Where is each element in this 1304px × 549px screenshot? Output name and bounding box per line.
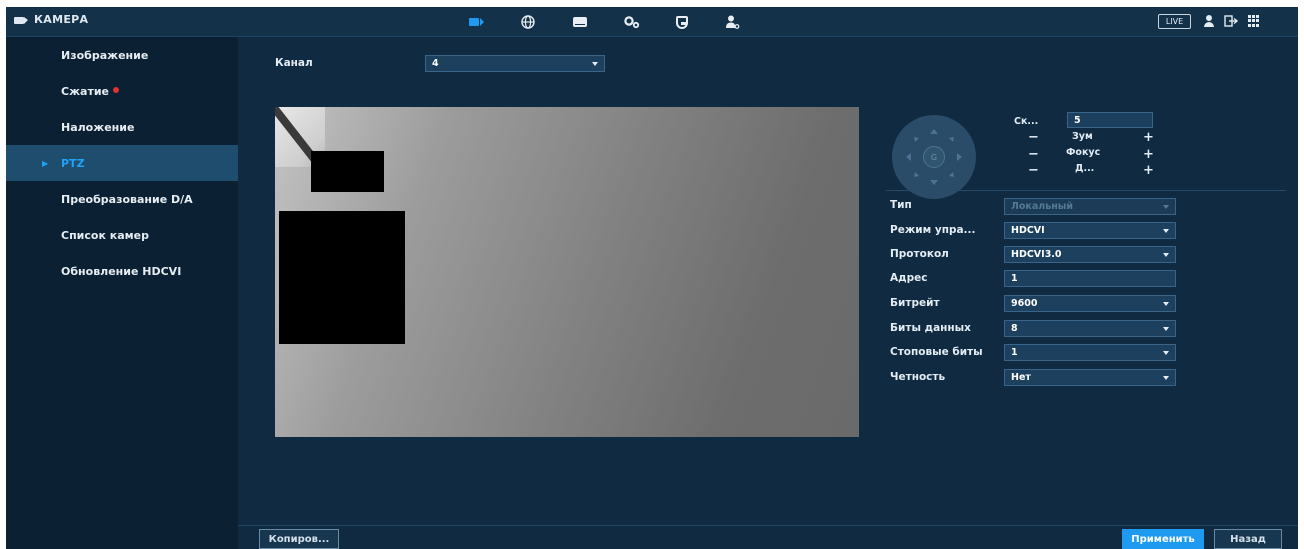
menu-grid-icon[interactable] (1246, 14, 1260, 28)
baudrate-select[interactable]: 9600 (1004, 295, 1176, 312)
security-icon[interactable] (676, 15, 688, 29)
address-label: Адрес (890, 272, 928, 284)
privacy-mask (279, 211, 405, 344)
ptz-direction-pad[interactable]: G (892, 115, 976, 199)
video-preview (275, 107, 859, 437)
databits-select[interactable]: 8 (1004, 320, 1176, 337)
baudrate-label: Битрейт (890, 297, 940, 309)
sidebar-item-label: Сжатие (61, 84, 109, 98)
stopbits-select[interactable]: 1 (1004, 344, 1176, 361)
sidebar-item-camera-list[interactable]: Список камер (6, 217, 238, 253)
logout-icon[interactable] (1224, 14, 1238, 28)
app-title-text: КАМЕРА (34, 13, 89, 26)
sidebar-item-label: Преобразование D/A (61, 192, 193, 206)
storage-icon[interactable] (572, 14, 588, 30)
control-mode-select[interactable]: HDCVI (1004, 222, 1176, 239)
protocol-select[interactable]: HDCVI3.0 (1004, 246, 1176, 263)
sidebar-item-label: Изображение (61, 48, 149, 62)
sidebar-item-image[interactable]: Изображение (6, 37, 238, 73)
focus-plus-button[interactable]: + (1143, 148, 1154, 161)
camera-icon (14, 16, 28, 24)
zoom-plus-button[interactable]: + (1143, 131, 1154, 144)
sidebar-item-label: Наложение (61, 120, 135, 134)
address-input[interactable]: 1 (1004, 270, 1176, 287)
ptz-arrows-icon (906, 129, 962, 185)
channel-select[interactable]: 4 (425, 55, 605, 72)
databits-label: Биты данных (890, 322, 971, 334)
zoom-label: Зум (1072, 131, 1093, 142)
iris-label: Д... (1075, 163, 1095, 174)
control-mode-label: Режим упра... (890, 224, 976, 236)
copy-button[interactable]: Копиров... (259, 529, 339, 549)
sidebar-item-label: Список камер (61, 228, 149, 242)
sidebar-item-hdcvi-update[interactable]: Обновление HDCVI (6, 253, 238, 289)
account-icon[interactable] (724, 14, 740, 30)
apply-button[interactable]: Применить (1122, 529, 1204, 549)
app-title: КАМЕРА (14, 13, 88, 26)
sidebar-item-da-conversion[interactable]: Преобразование D/A (6, 181, 238, 217)
type-label: Тип (890, 199, 912, 211)
system-icon[interactable] (624, 14, 640, 30)
type-select: Локальный (1004, 198, 1176, 215)
sidebar-item-ptz[interactable]: ▶ PTZ (6, 145, 238, 181)
camera-icon[interactable] (468, 14, 484, 30)
alert-dot-icon (113, 86, 119, 93)
parity-select[interactable]: Нет (1004, 369, 1176, 386)
app-window: КАМЕРА LIVE Изображение Сжатие Наложение… (6, 7, 1298, 549)
iris-minus-button[interactable]: − (1028, 164, 1039, 177)
main-content: Канал 4 G Ск... 5 − Зум + − Фокус + − Д.… (238, 37, 1298, 549)
protocol-label: Протокол (890, 248, 949, 260)
sidebar-item-label: PTZ (61, 156, 85, 170)
sidebar-item-label: Обновление HDCVI (61, 264, 182, 278)
sidebar-item-compression[interactable]: Сжатие (6, 73, 238, 109)
section-divider (886, 190, 1286, 191)
back-button[interactable]: Назад (1214, 529, 1282, 549)
speed-input[interactable]: 5 (1067, 112, 1153, 128)
zoom-minus-button[interactable]: − (1028, 131, 1039, 144)
sidebar: Изображение Сжатие Наложение ▶ PTZ Преоб… (6, 37, 238, 549)
footer-divider (238, 525, 1298, 526)
main-nav (468, 7, 776, 37)
sidebar-item-overlay[interactable]: Наложение (6, 109, 238, 145)
chevron-right-icon: ▶ (42, 158, 49, 168)
network-icon[interactable] (520, 14, 536, 30)
parity-label: Четность (890, 371, 946, 383)
speed-label: Ск... (1014, 116, 1039, 127)
top-right-tools (1202, 14, 1260, 28)
channel-label: Канал (275, 57, 313, 69)
live-button[interactable]: LIVE (1158, 14, 1191, 29)
privacy-mask (311, 151, 384, 192)
focus-minus-button[interactable]: − (1028, 148, 1039, 161)
focus-label: Фокус (1066, 147, 1101, 158)
iris-plus-button[interactable]: + (1143, 164, 1154, 177)
top-bar: КАМЕРА LIVE (6, 7, 1298, 37)
stopbits-label: Стоповые биты (890, 346, 983, 358)
user-icon[interactable] (1202, 14, 1216, 28)
